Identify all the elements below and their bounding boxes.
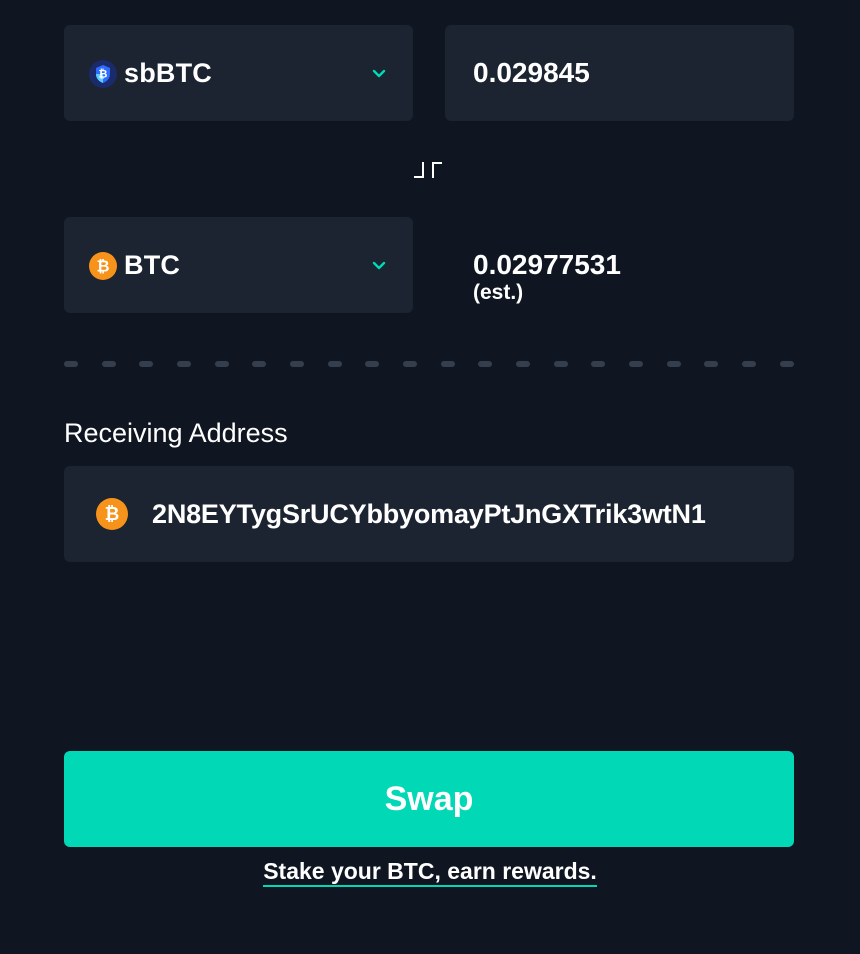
- receiving-address-label: Receiving Address: [64, 418, 288, 448]
- dashed-divider: [64, 361, 794, 367]
- from-token-label: sbBTC: [124, 58, 212, 88]
- svg-text:₿: ₿: [96, 257, 109, 276]
- estimated-receive-amount: 0.02977531 (est.): [473, 248, 621, 304]
- chevron-down-icon: [372, 69, 386, 78]
- chevron-down-icon: [372, 261, 386, 270]
- sbbtc-shield-icon: ₿: [89, 60, 117, 88]
- swap-arrows-icon[interactable]: [410, 155, 450, 185]
- stake-link-container: Stake your BTC, earn rewards.: [0, 856, 860, 887]
- from-amount-field[interactable]: [445, 25, 794, 121]
- receiving-address-field[interactable]: ₿: [64, 466, 794, 562]
- bitcoin-icon: ₿: [96, 498, 128, 530]
- from-token-select[interactable]: ₿ sbBTC: [64, 25, 413, 121]
- to-token-select[interactable]: ₿ BTC: [64, 217, 413, 313]
- swap-button[interactable]: Swap: [64, 751, 794, 847]
- estimate-note: (est.): [473, 281, 524, 304]
- receiving-address-input[interactable]: [152, 466, 782, 562]
- to-token-label: BTC: [124, 250, 181, 280]
- bitcoin-icon: ₿: [89, 252, 117, 280]
- estimated-amount-value: 0.02977531: [473, 249, 621, 280]
- from-amount-input[interactable]: [473, 25, 773, 121]
- svg-text:₿: ₿: [105, 504, 120, 525]
- svg-text:₿: ₿: [99, 68, 108, 81]
- stake-btc-link[interactable]: Stake your BTC, earn rewards.: [263, 858, 597, 887]
